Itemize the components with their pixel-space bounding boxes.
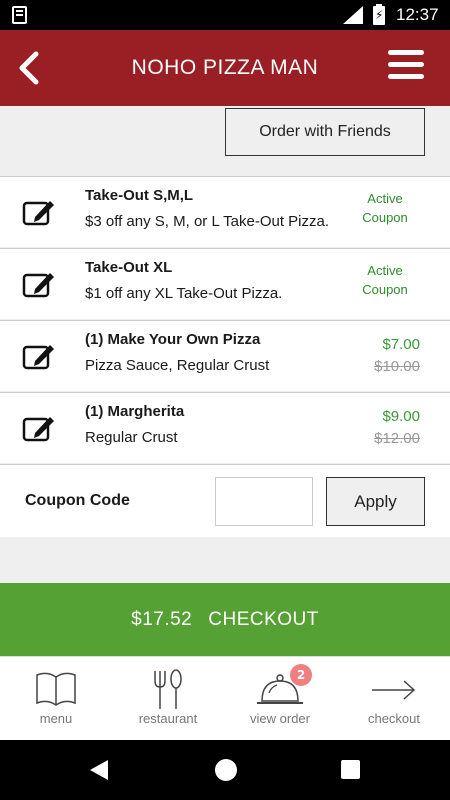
arrow-right-icon xyxy=(372,680,416,700)
list-item: (1) Make Your Own Pizza Pizza Sauce, Reg… xyxy=(0,320,450,391)
page-title: NOHO PIZZA MAN xyxy=(131,56,319,79)
network-type: LTE xyxy=(342,4,359,14)
app-header: NOHO PIZZA MAN xyxy=(0,30,450,106)
coupon-code-row: Coupon Code Apply xyxy=(0,464,450,537)
clock: 12:37 xyxy=(396,5,439,24)
hamburger-menu-icon xyxy=(388,50,424,55)
hamburger-menu-button[interactable] xyxy=(388,50,424,82)
book-icon xyxy=(36,672,76,706)
tab-restaurant[interactable]: restaurant xyxy=(112,657,224,741)
bottom-tab-bar: menu restaurant view order checkout xyxy=(0,656,450,740)
battery-charging-icon: ⚡ xyxy=(373,4,385,25)
item-name: Take-Out XL xyxy=(85,259,173,276)
edit-icon[interactable] xyxy=(22,197,56,227)
item-description: Pizza Sauce, Regular Crust xyxy=(85,357,270,374)
checkout-label: CHECKOUT xyxy=(208,608,319,630)
checkout-button[interactable]: $17.52 CHECKOUT xyxy=(0,583,450,656)
item-description: $1 off any XL Take-Out Pizza. xyxy=(85,285,283,302)
item-price: $7.00 xyxy=(382,336,420,353)
item-original-price: $10.00 xyxy=(374,358,420,375)
list-item: (1) Margherita Regular Crust $9.00 $12.0… xyxy=(0,392,450,463)
item-name: (1) Margherita xyxy=(85,403,185,420)
edit-icon[interactable] xyxy=(22,341,56,371)
checkout-total: $17.52 xyxy=(131,608,193,630)
item-original-price: $12.00 xyxy=(374,430,420,447)
list-item: Take-Out XL $1 off any XL Take-Out Pizza… xyxy=(0,248,450,319)
nav-back-icon[interactable] xyxy=(90,760,108,780)
apply-coupon-button[interactable]: Apply xyxy=(326,477,425,526)
tab-label: menu xyxy=(39,711,73,726)
system-nav-bar xyxy=(0,740,450,800)
order-with-friends-button[interactable]: Order with Friends xyxy=(225,108,425,156)
notification-icon xyxy=(12,6,27,24)
coupon-status: Active Coupon xyxy=(362,263,408,297)
tab-label: restaurant xyxy=(138,711,198,726)
list-item: Take-Out S,M,L $3 off any S, M, or L Tak… xyxy=(0,176,450,247)
tab-view-order[interactable]: view order xyxy=(224,657,336,741)
order-content: Order with Friends Take-Out S,M,L $3 off… xyxy=(0,106,450,656)
order-count-badge: 2 xyxy=(290,664,312,686)
coupon-code-label: Coupon Code xyxy=(25,492,130,509)
status-bar: LTE ⚡ 12:37 xyxy=(0,0,450,30)
coupon-code-input[interactable] xyxy=(215,477,313,526)
tab-checkout[interactable]: checkout xyxy=(338,657,450,741)
edit-icon[interactable] xyxy=(22,413,56,443)
coupon-status: Active Coupon xyxy=(362,191,408,225)
tab-label: checkout xyxy=(367,711,421,726)
edit-icon[interactable] xyxy=(22,269,56,299)
nav-home-icon[interactable] xyxy=(215,759,237,781)
fork-knife-icon xyxy=(154,669,182,709)
tab-menu[interactable]: menu xyxy=(0,657,112,741)
item-name: Take-Out S,M,L xyxy=(85,187,194,204)
item-description: $3 off any S, M, or L Take-Out Pizza. xyxy=(85,213,330,230)
item-name: (1) Make Your Own Pizza xyxy=(85,331,261,348)
item-price: $9.00 xyxy=(382,408,420,425)
item-description: Regular Crust xyxy=(85,429,178,446)
nav-recents-icon[interactable] xyxy=(341,760,360,779)
tab-label: view order xyxy=(250,711,310,726)
